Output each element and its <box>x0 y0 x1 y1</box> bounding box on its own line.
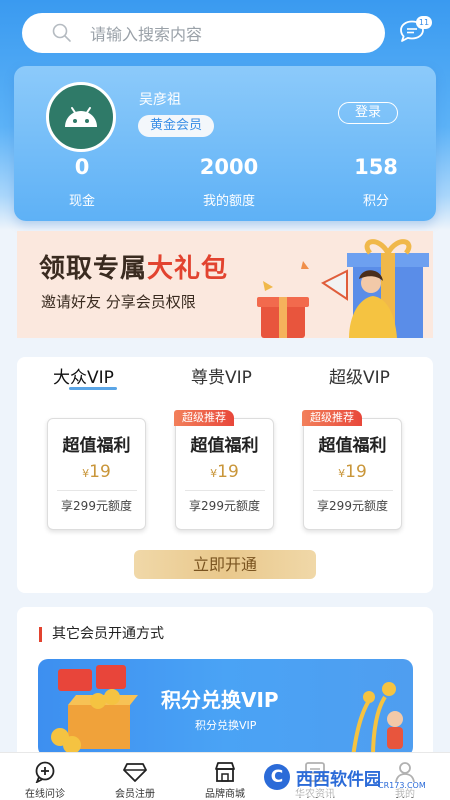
banner-title: 积分兑换VIP <box>161 688 279 712</box>
gift-illustration <box>257 239 429 338</box>
plan-price-value: 19 <box>89 462 111 482</box>
nav-item-brand-mall[interactable]: 品牌商城 <box>180 753 270 800</box>
divider <box>184 490 265 491</box>
points-exchange-banner[interactable]: 积分兑换VIP 积分兑换VIP <box>38 659 413 757</box>
divider <box>312 490 393 491</box>
nav-item-online-consult[interactable]: 在线问诊 <box>0 753 90 800</box>
watermark-domain: CR173.COM <box>378 781 426 790</box>
member-level-badge: 黄金会员 <box>138 115 215 137</box>
watermark-text: 西西软件园 <box>296 769 381 790</box>
plan-price-value: 19 <box>217 462 239 482</box>
android-icon <box>65 107 97 127</box>
plan-price: ¥19 <box>48 462 145 482</box>
stat-value: 158 <box>354 155 398 179</box>
gift-box-illustration <box>51 665 138 754</box>
store-icon <box>215 762 235 782</box>
active-tab-indicator <box>69 387 117 390</box>
banner-title: 领取专属大礼包 <box>39 248 228 285</box>
nav-label: 在线问诊 <box>25 789 65 800</box>
search-input[interactable]: 请输入搜索内容 <box>90 21 202 45</box>
tab-super-vip[interactable]: 超级VIP <box>329 363 390 388</box>
other-methods-card: 其它会员开通方式 积分兑换VIP 积分兑换VIP <box>17 607 433 757</box>
section-title: 其它会员开通方式 <box>39 627 164 642</box>
stat-points[interactable]: 158 积分 <box>316 154 436 209</box>
plan-price-value: 19 <box>345 462 367 482</box>
plan-price: ¥19 <box>304 462 401 482</box>
stat-cash[interactable]: 0 现金 <box>22 154 142 209</box>
stat-label: 我的额度 <box>202 194 255 209</box>
stat-quota[interactable]: 2000 我的额度 <box>169 154 289 209</box>
plan-name: 超值福利 <box>62 436 131 456</box>
message-count-badge: 11 <box>416 16 432 29</box>
tab-premium-vip[interactable]: 尊贵VIP <box>191 363 252 388</box>
gift-package-banner[interactable]: 领取专属大礼包 邀请好友 分享会员权限 <box>17 231 433 338</box>
plan-quota: 享299元额度 <box>317 499 388 513</box>
points-illustration <box>351 682 403 757</box>
diamond-icon <box>123 763 147 782</box>
banner-subtitle: 积分兑换VIP <box>195 719 257 732</box>
search-bar[interactable]: 请输入搜索内容 <box>22 13 385 53</box>
watermark-logo: C <box>264 764 290 790</box>
stat-label: 积分 <box>362 194 389 209</box>
plan-name: 超值福利 <box>318 436 387 456</box>
messages-button[interactable]: 11 <box>398 16 432 48</box>
stat-value: 2000 <box>199 155 259 179</box>
watermark: C 西西软件园 CR173.COM <box>258 757 436 797</box>
username: 吴彦祖 <box>139 92 181 108</box>
stat-label: 现金 <box>68 194 95 209</box>
avatar[interactable] <box>46 82 116 152</box>
plan-quota: 享299元额度 <box>189 499 260 513</box>
search-icon <box>52 23 71 42</box>
tab-standard-vip[interactable]: 大众VIP <box>53 363 114 388</box>
recommend-badge: 超级推荐 <box>174 410 234 426</box>
plan-card[interactable]: 超级推荐 超值福利 ¥19 享299元额度 <box>302 410 402 530</box>
plan-price: ¥19 <box>176 462 273 482</box>
plan-quota: 享299元额度 <box>61 499 132 513</box>
open-vip-button[interactable]: 立即开通 <box>134 550 316 579</box>
nav-label: 会员注册 <box>115 789 155 800</box>
banner-title-normal: 领取专属 <box>39 254 148 284</box>
vip-plans-card: 大众VIP 尊贵VIP 超级VIP 超值福利 ¥19 享299元额度 超级推荐 … <box>17 357 433 593</box>
recommend-badge: 超级推荐 <box>302 410 362 426</box>
banner-title-highlight: 大礼包 <box>147 254 229 284</box>
stat-value: 0 <box>74 155 90 179</box>
plan-card[interactable]: 超值福利 ¥19 享299元额度 <box>47 418 146 530</box>
plan-card[interactable]: 超级推荐 超值福利 ¥19 享299元额度 <box>174 410 274 530</box>
nav-item-member-register[interactable]: 会员注册 <box>90 753 180 800</box>
login-button[interactable]: 登录 <box>338 102 398 124</box>
profile-card: 吴彦祖 黄金会员 登录 0 现金 2000 我的额度 158 积分 <box>14 66 436 221</box>
chat-plus-icon <box>35 761 55 783</box>
divider <box>56 490 137 491</box>
plan-name: 超值福利 <box>190 436 259 456</box>
nav-label: 品牌商城 <box>205 789 245 800</box>
banner-subtitle: 邀请好友 分享会员权限 <box>41 293 196 311</box>
